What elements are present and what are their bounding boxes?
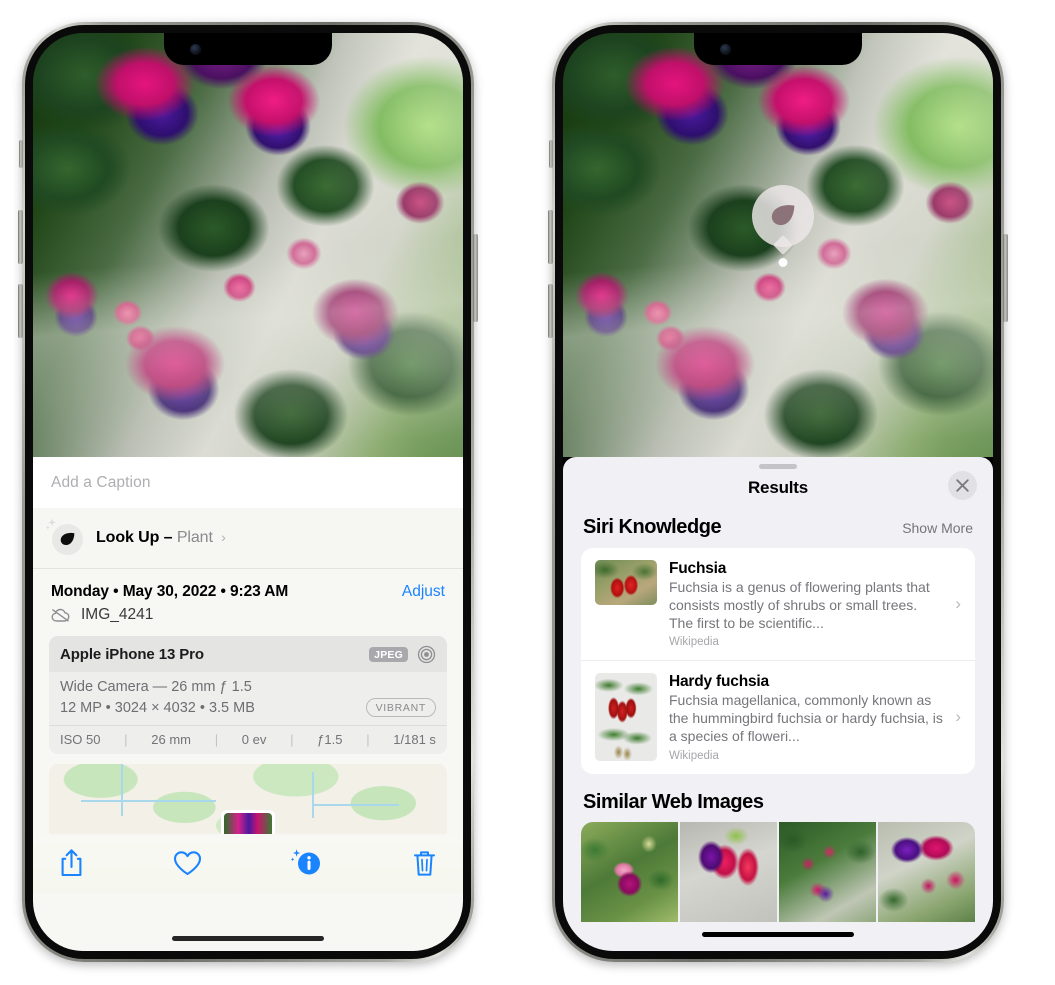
web-image-purple-fuchsia[interactable] bbox=[878, 821, 975, 922]
look-up-subject: Plant bbox=[176, 529, 213, 546]
photo-toolbar bbox=[33, 834, 463, 893]
results-sheet: Results Siri Knowledge Show More Fuchsia… bbox=[563, 457, 993, 951]
similar-web-images-header: Similar Web Images bbox=[563, 774, 993, 822]
divider: | bbox=[214, 732, 219, 747]
knowledge-card-title: Fuchsia bbox=[669, 560, 727, 577]
location-map[interactable] bbox=[49, 764, 447, 834]
left-phone-screen: Add a Caption Look Up – Plant › Monday •… bbox=[33, 33, 463, 951]
favorite-button[interactable] bbox=[173, 850, 202, 882]
side-power-button[interactable] bbox=[1003, 234, 1008, 322]
similar-web-images-title: Similar Web Images bbox=[583, 790, 764, 813]
delete-button[interactable] bbox=[412, 849, 437, 883]
front-camera-icon bbox=[190, 44, 201, 55]
filename-row: IMG_4241 bbox=[33, 603, 463, 636]
sheet-title: Results bbox=[747, 478, 808, 497]
adjust-button[interactable]: Adjust bbox=[402, 583, 445, 601]
vibrant-chip: VIBRANT bbox=[365, 698, 436, 717]
fuchsia-red-flowers-thumb bbox=[595, 560, 657, 605]
web-image-fuchsia-bush[interactable] bbox=[779, 821, 876, 922]
knowledge-card[interactable]: Hardy fuchsia Fuchsia magellanica, commo… bbox=[581, 660, 975, 773]
volume-up-button[interactable] bbox=[18, 210, 23, 264]
side-power-button[interactable] bbox=[473, 234, 478, 322]
info-button[interactable] bbox=[290, 848, 323, 883]
format-chip: JPEG bbox=[369, 646, 408, 663]
sheet-header: Results bbox=[563, 469, 993, 511]
look-up-label: Look Up – Plant › bbox=[96, 529, 226, 547]
mute-switch[interactable] bbox=[549, 140, 553, 168]
web-image-red-pink-fuchsia[interactable] bbox=[680, 821, 777, 922]
volume-down-button[interactable] bbox=[18, 284, 23, 338]
exif-header: Apple iPhone 13 Pro JPEG bbox=[49, 636, 447, 672]
photo-fuchsia-flowers[interactable] bbox=[33, 33, 463, 457]
map-photo-pin bbox=[221, 810, 275, 834]
notch bbox=[694, 33, 862, 65]
look-up-title: Look Up bbox=[96, 529, 160, 546]
camera-device-name: Apple iPhone 13 Pro bbox=[60, 646, 204, 663]
knowledge-card-source: Wikipedia bbox=[669, 636, 719, 649]
right-phone-screen: Results Siri Knowledge Show More Fuchsia… bbox=[563, 33, 993, 951]
exif-card: Apple iPhone 13 Pro JPEG Wide Camera — 2… bbox=[49, 636, 447, 754]
caption-input[interactable]: Add a Caption bbox=[33, 457, 463, 508]
divider: | bbox=[290, 732, 294, 747]
visual-look-up-badge[interactable] bbox=[752, 185, 814, 267]
knowledge-card-title: Hardy fuchsia bbox=[669, 673, 769, 691]
divider: | bbox=[124, 732, 128, 747]
exif-focal-length: 26 mm bbox=[151, 732, 191, 747]
chevron-right-icon: › bbox=[221, 529, 226, 545]
volume-up-button[interactable] bbox=[548, 210, 553, 264]
knowledge-card-description: Fuchsia magellanica, commonly known as t… bbox=[669, 692, 943, 744]
look-up-dash: – bbox=[163, 529, 173, 546]
knowledge-card[interactable]: Fuchsia Fuchsia is a genus of flowering … bbox=[581, 548, 975, 660]
knowledge-card-description: Fuchsia is a genus of flowering plants t… bbox=[669, 579, 930, 631]
exif-aperture: ƒ1.5 bbox=[317, 732, 343, 747]
chevron-right-icon: › bbox=[955, 594, 961, 614]
close-icon bbox=[956, 479, 969, 492]
similar-web-images-strip bbox=[581, 821, 975, 922]
look-up-row[interactable]: Look Up – Plant › bbox=[33, 508, 463, 569]
siri-knowledge-cards: Fuchsia Fuchsia is a genus of flowering … bbox=[581, 548, 975, 774]
photo-filename: IMG_4241 bbox=[81, 606, 154, 623]
exif-iso: ISO 50 bbox=[60, 732, 101, 747]
chevron-right-icon: › bbox=[955, 707, 961, 727]
front-camera-icon bbox=[720, 44, 731, 55]
leaf-icon bbox=[771, 205, 795, 226]
exif-exposure: 0 ev bbox=[241, 732, 267, 747]
icloud-slash-icon bbox=[51, 608, 70, 622]
photo-info-panel: Add a Caption Look Up – Plant › Monday •… bbox=[33, 457, 463, 951]
exif-body: Wide Camera — 26 mm ƒ 1.5 12 MP • 3024 ×… bbox=[49, 672, 447, 725]
leaf-sparkle-icon bbox=[45, 518, 83, 555]
divider: | bbox=[366, 732, 370, 747]
siri-knowledge-header: Siri Knowledge Show More bbox=[563, 511, 993, 548]
image-specs: 12 MP • 3024 × 4032 • 3.5 MB bbox=[60, 699, 255, 716]
share-button[interactable] bbox=[59, 848, 84, 883]
home-indicator[interactable] bbox=[702, 932, 854, 937]
home-indicator[interactable] bbox=[172, 936, 324, 941]
lens-info: Wide Camera — 26 mm ƒ 1.5 bbox=[60, 679, 252, 695]
left-phone: Add a Caption Look Up – Plant › Monday •… bbox=[18, 22, 478, 962]
close-button[interactable] bbox=[948, 471, 977, 500]
web-image-magenta-fuchsia[interactable] bbox=[581, 821, 678, 922]
photo-date: Monday • May 30, 2022 • 9:23 AM bbox=[51, 583, 289, 600]
volume-down-button[interactable] bbox=[548, 284, 553, 338]
exif-settings-row: ISO 50 | 26 mm | 0 ev | ƒ1.5 | 1/181 s bbox=[49, 725, 447, 754]
notch bbox=[164, 33, 332, 65]
siri-knowledge-title: Siri Knowledge bbox=[583, 516, 722, 538]
show-more-button[interactable]: Show More bbox=[902, 520, 973, 536]
right-phone: Results Siri Knowledge Show More Fuchsia… bbox=[548, 22, 1008, 962]
date-row: Monday • May 30, 2022 • 9:23 AM Adjust bbox=[33, 569, 463, 603]
screenshot-root: Add a Caption Look Up – Plant › Monday •… bbox=[0, 0, 1055, 985]
aperture-icon bbox=[417, 645, 436, 664]
hardy-fuchsia-branch-thumb bbox=[595, 673, 657, 762]
mute-switch[interactable] bbox=[19, 140, 23, 168]
exif-shutter-speed: 1/181 s bbox=[393, 732, 436, 747]
knowledge-card-source: Wikipedia bbox=[669, 749, 719, 762]
